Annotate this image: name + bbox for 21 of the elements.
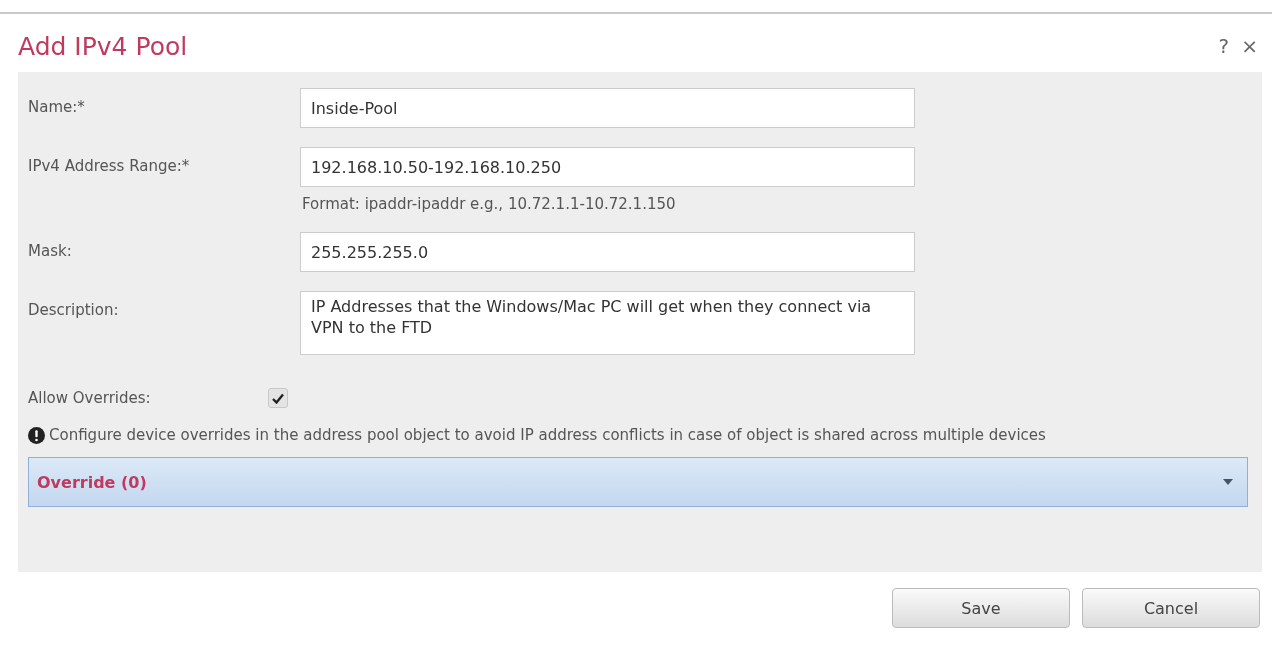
dialog-button[interactable]: Cancel	[1082, 588, 1260, 628]
checkbox[interactable]	[268, 388, 288, 408]
help-button[interactable]: ?	[1218, 34, 1230, 58]
info-note: Configure device overrides in the address pool object to avoid IP address conflicts in case of object is shared across multiple devices	[49, 426, 1046, 445]
check-icon	[272, 392, 284, 404]
text-field[interactable]: 192.168.10.50-192.168.10.250	[300, 147, 915, 187]
field-label: Mask:	[28, 241, 73, 260]
text-field[interactable]: 255.255.255.0	[300, 232, 915, 272]
override-accordion[interactable]: Override (0)	[28, 457, 1248, 507]
close-button[interactable]: ×	[1241, 34, 1258, 58]
dialog-button[interactable]: Save	[892, 588, 1070, 628]
caret-icon	[1223, 479, 1233, 485]
format-hint: Format: ipaddr-ipaddr e.g., 10.72.1.1-10.72.1.150	[301, 194, 677, 213]
exclamation-icon	[28, 427, 45, 444]
field-label: Description:	[28, 300, 120, 319]
description-field[interactable]: IP Addresses that the Windows/Mac PC will get when they connect via VPN to the FTD	[300, 291, 915, 355]
dialog-title: Add IPv4 Pool	[18, 31, 188, 61]
field-label: Name:*	[28, 97, 86, 116]
field-label: Allow Overrides:	[28, 389, 152, 407]
text-field[interactable]: Inside-Pool	[300, 88, 915, 128]
field-label: IPv4 Address Range:*	[28, 156, 191, 175]
